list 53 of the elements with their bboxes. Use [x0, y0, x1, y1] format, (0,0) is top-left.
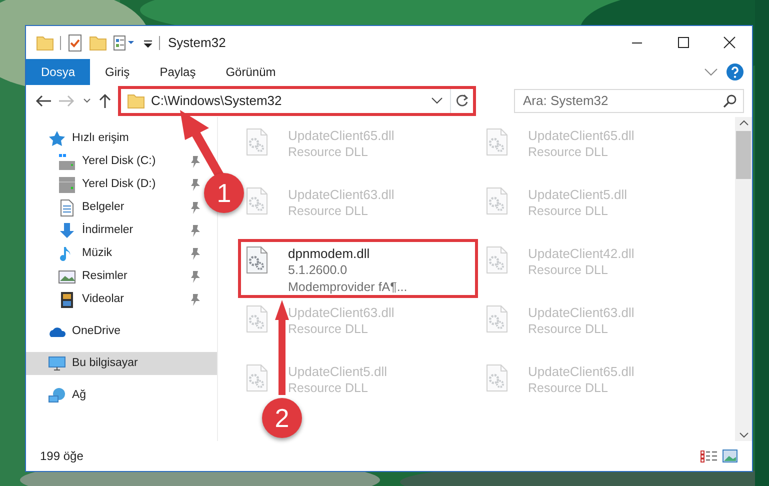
nav-item[interactable]: Ağ	[72, 386, 86, 404]
window-title: System32	[168, 34, 226, 52]
up-icon[interactable]	[98, 93, 112, 109]
nav-item[interactable]: Yerel Disk (D:)	[82, 176, 156, 194]
file-detail: Resource DLL	[528, 203, 609, 220]
search-icon[interactable]	[723, 94, 737, 108]
star-icon	[48, 130, 66, 148]
chevron-icon[interactable]	[704, 67, 718, 77]
ribbon-tab[interactable]: Giriş	[90, 59, 145, 85]
nav-item[interactable]: Hızlı erişim	[72, 130, 129, 148]
search-box[interactable]: Ara: System32	[514, 89, 744, 113]
help-icon[interactable]	[726, 63, 744, 81]
address-bar[interactable]: C:\Windows\System32	[121, 89, 473, 113]
nav-item[interactable]: Bu bilgisayar	[72, 354, 138, 372]
nav-item[interactable]: Yerel Disk (C:)	[82, 152, 156, 170]
image-icon	[58, 268, 76, 286]
file-name[interactable]: dpnmodem.dll	[288, 245, 408, 262]
file-detail: Resource DLL	[288, 380, 369, 397]
nav-item[interactable]: OneDrive	[72, 322, 121, 340]
refresh-icon[interactable]	[455, 94, 469, 108]
file-detail: Resource DLL	[288, 203, 369, 220]
monitor-icon	[48, 354, 66, 372]
scrollbar-thumb[interactable]	[736, 131, 751, 179]
file-detail: 5.1.2600.0	[288, 262, 348, 279]
nav-item[interactable]: Belgeler	[82, 198, 124, 216]
file-detail: Resource DLL	[288, 144, 369, 161]
back-icon[interactable]	[34, 94, 52, 108]
file-detail: Resource DLL	[528, 262, 609, 279]
folder-icon	[127, 92, 145, 110]
file-detail: Modemprovider fA¶...	[288, 279, 408, 296]
document-icon	[58, 198, 76, 216]
nav-item[interactable]: Müzik	[82, 244, 112, 262]
nav-item[interactable]: Videolar	[82, 290, 124, 308]
ribbon-tab[interactable]: Görünüm	[210, 59, 291, 85]
download-icon	[58, 222, 76, 240]
file-detail: Resource DLL	[288, 321, 369, 338]
file-detail: Resource DLL	[528, 144, 609, 161]
dropdown-icon[interactable]	[430, 96, 444, 106]
drive-icon	[58, 152, 76, 170]
drive-icon	[58, 176, 76, 194]
checklist-icon[interactable]	[67, 34, 83, 52]
item-count: 199 öğe	[40, 448, 84, 465]
ribbon-tab[interactable]: Paylaş	[144, 59, 211, 85]
network-icon	[48, 386, 66, 404]
nav-item[interactable]: İndirmeler	[82, 222, 134, 240]
nav-item[interactable]: Resimler	[82, 268, 128, 286]
film-icon	[58, 290, 76, 308]
properties-icon[interactable]	[113, 34, 137, 50]
ribbon-tab[interactable]: Dosya	[26, 59, 90, 85]
file-detail: Resource DLL	[528, 380, 609, 397]
file-detail: Resource DLL	[528, 321, 609, 338]
details-view-icon[interactable]	[700, 449, 718, 463]
large-icons-view-icon[interactable]	[722, 449, 738, 463]
